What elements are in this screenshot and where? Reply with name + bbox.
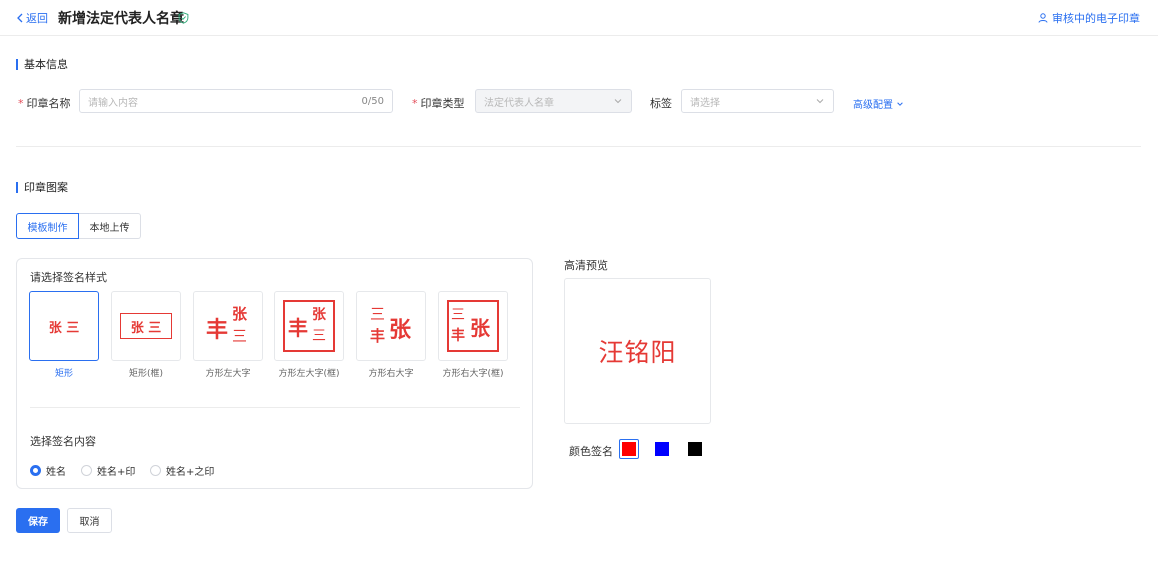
seal-type-value: 法定代表人名章 [484,97,554,109]
style-option-square-left-big[interactable]: 丰 张 三 [193,291,263,361]
preview-title: 高清预览 [564,259,608,272]
style-caption: 矩形(框) [128,369,164,379]
review-seals-label[interactable]: 审核中的电子印章 [1052,10,1140,26]
style-option-rect[interactable]: 张 三 [29,291,99,361]
color-swatch-red[interactable] [619,439,639,459]
radio-dot [30,465,41,476]
shield-check-icon [178,12,189,24]
style-caption: 方形右大字(框) [442,369,504,379]
tags-label: 标签 [650,97,672,110]
cancel-button[interactable]: 取消 [67,508,112,533]
section-divider [16,146,1141,147]
style-option-square-right-big-framed[interactable]: 三 丰 张 [438,291,508,361]
chevron-down-icon [897,101,903,106]
radio-name-zhiyin[interactable]: 姓名+之印 [150,463,214,478]
page-title: 新增法定代表人名章 [58,11,184,27]
small-char-top: 张 [232,305,248,323]
style-option-square-left-big-framed[interactable]: 丰 张 三 [274,291,344,361]
swatch-fill [622,442,636,456]
style-option-rect-framed[interactable]: 张 三 [111,291,181,361]
review-seals-link[interactable]: 审核中的电子印章 [1038,10,1140,26]
panel-divider [30,407,520,408]
small-char-bottom: 三 [232,327,248,345]
back-label[interactable]: 返回 [26,10,48,26]
advanced-config-toggle[interactable]: 高级配置 [853,96,904,111]
radio-dot [81,465,92,476]
style-sample-text: 张 三 [48,321,80,336]
small-char-top: 三 [370,305,386,323]
big-char: 张 [389,317,412,343]
style-prompt: 请选择签名样式 [30,271,107,284]
tab-template[interactable]: 模板制作 [16,213,79,239]
seal-type-select: 法定代表人名章 [475,89,632,113]
content-prompt: 选择签名内容 [30,435,96,448]
seal-preview: 汪铭阳 [564,278,711,424]
color-swatch-blue[interactable] [655,442,669,456]
radio-name[interactable]: 姓名 [30,463,66,478]
small-char-bottom: 丰 [451,328,465,344]
char-counter: 0/50 [361,95,384,107]
preview-seal-text: 汪铭阳 [598,338,677,367]
tags-placeholder: 请选择 [690,97,720,109]
tab-local-upload[interactable]: 本地上传 [79,213,141,239]
save-button[interactable]: 保存 [16,508,60,533]
small-char-top: 三 [451,307,465,323]
radio-label: 姓名+印 [97,467,136,478]
advanced-config-label[interactable]: 高级配置 [853,96,893,111]
chevron-down-icon [816,99,824,104]
style-caption: 矩形 [54,369,73,379]
radio-label: 姓名+之印 [166,467,215,478]
small-char-top: 张 [312,307,326,323]
user-icon [1038,13,1048,23]
small-char-bottom: 丰 [370,327,386,345]
style-caption: 方形左大字(框) [278,369,340,379]
style-caption: 方形右大字 [368,369,414,379]
seal-name-input[interactable]: 请输入内容 0/50 [79,89,393,113]
chevron-left-icon [17,13,23,23]
big-char: 丰 [288,316,308,340]
style-caption: 方形左大字 [205,369,251,379]
radio-label: 姓名 [46,467,66,478]
seal-pattern-title: 印章图案 [16,179,68,195]
style-sample-text: 张 三 [130,321,162,336]
color-label: 颜色签名 [569,445,613,458]
big-char: 张 [470,316,490,340]
back-link[interactable]: 返回 [16,10,48,26]
big-char: 丰 [206,317,229,343]
chevron-down-icon [614,99,622,104]
color-swatch-black[interactable] [688,442,702,456]
seal-name-label: * 印章名称 [18,97,71,110]
radio-dot [150,465,161,476]
radio-name-seal[interactable]: 姓名+印 [81,463,135,478]
seal-name-placeholder: 请输入内容 [88,97,138,109]
tags-select[interactable]: 请选择 [681,89,834,113]
style-option-square-right-big[interactable]: 三 丰 张 [356,291,426,361]
seal-type-label: * 印章类型 [412,97,465,110]
small-char-bottom: 三 [312,328,326,344]
basic-info-title: 基本信息 [16,56,68,72]
